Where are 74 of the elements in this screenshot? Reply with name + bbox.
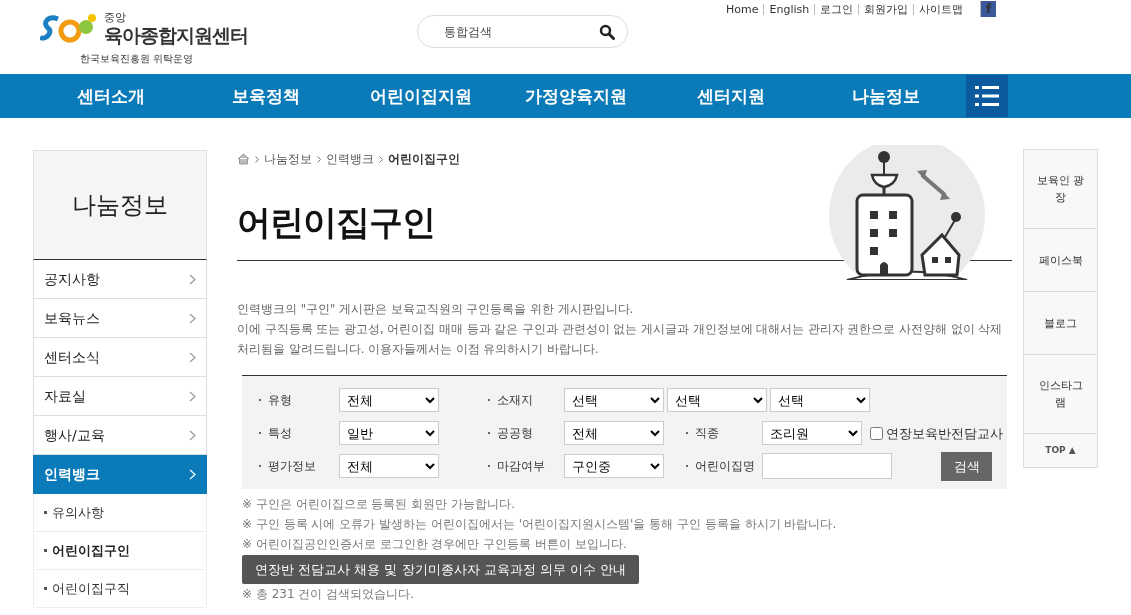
utility-link[interactable]: 사이트맵 — [913, 3, 969, 15]
filter-label: 마감여부 — [488, 457, 561, 476]
input-field[interactable] — [762, 453, 892, 480]
logo-subtitle: 중앙 — [104, 12, 127, 24]
checkbox-label: 연장보육반전담교사 — [886, 424, 1003, 443]
filter-label: 어린이집명 — [686, 457, 759, 476]
dropdown[interactable]: 조리원 — [762, 421, 862, 446]
filter-label: 소재지 — [488, 391, 561, 410]
search-button[interactable]: 검색 — [941, 451, 992, 481]
chevron-icon — [255, 155, 259, 163]
dropdown[interactable]: 선택 — [564, 388, 664, 413]
dropdown[interactable]: 전체 — [564, 421, 664, 446]
utility-link[interactable]: English — [763, 3, 815, 15]
sidebar-subitem[interactable]: 어린이집구인 — [33, 532, 207, 570]
intro-text: 인력뱅크의 "구인" 게시판은 보육교직원의 구인등록을 위한 게시판입니다. — [237, 300, 635, 318]
logo-title: 육아종합지원센터 — [104, 24, 248, 46]
dropdown[interactable]: 전체 — [339, 454, 439, 479]
note-text: ※ 어린이집공인인증서로 로그인한 경우에만 구인등록 버튼이 보입니다. — [242, 535, 628, 553]
chevron-icon — [189, 273, 196, 285]
utility-link[interactable]: 회원가입 — [858, 3, 914, 15]
search-field[interactable]: 통합검색 — [442, 21, 592, 42]
sidebar-item[interactable]: 자료실 — [33, 377, 207, 416]
sidebar-subitem[interactable]: 어린이집구직 — [33, 570, 207, 608]
sidebar-title: 나눔정보 — [33, 150, 207, 260]
note-text: ※ 구인은 어린이집으로 등록된 회원만 가능합니다. — [242, 495, 516, 513]
nav-tab[interactable]: 센터소개 — [33, 74, 188, 118]
dropdown[interactable]: 일반 — [339, 421, 439, 446]
menu-icon — [975, 85, 999, 107]
note-text: ※ 구인 등록 시에 오류가 발생하는 어린이집에서는 '어린이집지원시스템'을 통해 구인 등록을 하시기 바랍니다. — [242, 515, 838, 533]
menu-button[interactable] — [966, 75, 1008, 117]
quick-menu-link[interactable]: 인스타그램 — [1024, 355, 1097, 434]
page-title: 어린이집구인 — [237, 202, 436, 243]
utility-link[interactable]: Home — [726, 3, 764, 15]
chevron-icon — [317, 155, 321, 163]
quick-menu-link[interactable]: 페이스북 — [1024, 229, 1097, 292]
chevron-icon — [189, 312, 196, 324]
sidebar-item[interactable]: 센터소식 — [33, 338, 207, 377]
dropdown[interactable]: 선택 — [770, 388, 870, 413]
filter-label: 평가정보 — [259, 457, 336, 476]
chevron-icon — [379, 155, 383, 163]
breadcrumb-link[interactable]: 인력뱅크 — [326, 150, 374, 168]
chevron-icon — [189, 390, 196, 402]
quick-menu-link[interactable]: 블로그 — [1024, 292, 1097, 355]
filter-label: 공공형 — [488, 424, 561, 443]
dropdown[interactable]: 구인중 — [564, 454, 664, 479]
search-icon[interactable] — [599, 23, 615, 40]
result-count: ※ 총 231 건이 검색되었습니다. — [242, 585, 416, 603]
operator-caption: 한국보육진흥원 위탁운영 — [80, 54, 194, 64]
sidebar-subitem[interactable]: 유의사항 — [33, 494, 207, 532]
nav-tab[interactable]: 가정양육지원 — [498, 74, 653, 118]
nav-tab[interactable]: 센터지원 — [653, 74, 808, 118]
utility-link[interactable]: 로그인 — [814, 3, 859, 15]
filter-label: 특성 — [259, 424, 336, 443]
chevron-icon — [189, 351, 196, 363]
intro-text: 이에 구직등록 또는 광고성, 어린이집 매매 등과 같은 구인과 관련성이 없는 게시글과 개인정보에 대해서는 관리자 권한으로 사전양해 없이 삭제 처리됨을 알려드립니다. 이용자들께서는 이점 유의하시기 바랍니다. — [237, 320, 1004, 358]
filter-label: 직종 — [686, 424, 759, 443]
home-icon[interactable] — [237, 153, 250, 165]
nav-tab[interactable]: 어린이집지원 — [343, 74, 498, 118]
sidebar-item[interactable]: 공지사항 — [33, 260, 207, 299]
sidebar-item[interactable]: 인력뱅크 — [33, 455, 207, 494]
checkbox[interactable] — [870, 426, 883, 440]
dropdown[interactable]: 선택 — [667, 388, 767, 413]
breadcrumb-link[interactable]: 어린이집구인 — [388, 150, 460, 168]
top-button[interactable]: TOP ▲ — [1024, 434, 1097, 467]
chevron-icon — [189, 429, 196, 441]
breadcrumb-link[interactable]: 나눔정보 — [264, 150, 312, 168]
quick-menu-link[interactable]: 보육인 광장 — [1024, 150, 1097, 229]
chevron-icon — [189, 468, 196, 480]
notice-button[interactable]: 연장반 전담교사 채용 및 장기미종사자 교육과정 의무 이수 안내 — [242, 554, 640, 584]
nav-tab[interactable]: 나눔정보 — [808, 74, 963, 118]
sidebar-item[interactable]: 보육뉴스 — [33, 299, 207, 338]
nav-tab[interactable]: 보육정책 — [188, 74, 343, 118]
filter-label: 유형 — [259, 391, 336, 410]
dropdown[interactable]: 전체 — [339, 388, 439, 413]
